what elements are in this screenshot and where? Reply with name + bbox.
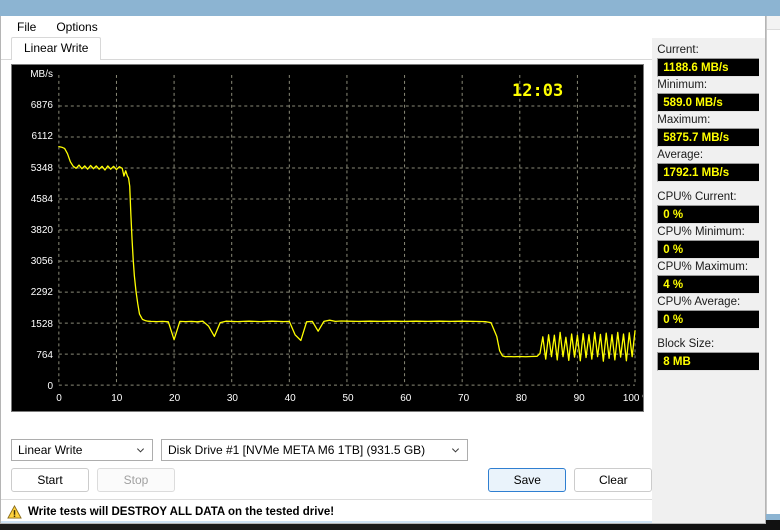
throughput-chart[interactable]: 12:03 MB/s 6876 6112 5348 4584 3820 3056 2292 15… [11, 64, 644, 412]
y-axis-tick: 3056 [30, 256, 53, 268]
stat-value-cpu-average: 0 % [663, 313, 684, 326]
stat-value-box-cpu-current: 0 % [657, 205, 762, 224]
x-axis-tick: 30 [226, 393, 238, 404]
test-type-select[interactable]: Linear Write [11, 439, 153, 461]
x-axis-tick: 20 [169, 393, 181, 404]
y-axis-tick: 2292 [30, 287, 53, 299]
stat-value-box-cpu-maximum: 4 % [657, 275, 762, 294]
y-axis-tick: 0 [47, 381, 53, 392]
stat-value-box-minimum: 589.0 MB/s [657, 93, 762, 112]
stat-current: Current: 1188.6 MB/s [657, 44, 765, 77]
stat-value-box-current: 1188.6 MB/s [657, 58, 762, 77]
benchmark-app-window: File Options Linear Write 12:03 MB/s 6876… [0, 16, 766, 524]
stat-label-cpu-current: CPU% Current: [657, 191, 737, 203]
x-axis-tick: 60 [400, 393, 412, 404]
stat-label-maximum: Maximum: [657, 114, 711, 126]
x-axis-tick: 40 [284, 393, 296, 404]
stat-block-size: Block Size: 8 MB [657, 338, 765, 371]
stat-label-cpu-average: CPU% Average: [657, 296, 741, 308]
x-axis-tick: 50 [342, 393, 354, 404]
stat-value-maximum: 5875.7 MB/s [663, 131, 730, 144]
y-axis-tick: 764 [36, 349, 53, 361]
stat-value-current: 1188.6 MB/s [663, 61, 729, 74]
x-axis-tick: 70 [458, 393, 470, 404]
stat-value-block-size: 8 MB [663, 355, 691, 368]
stat-value-cpu-minimum: 0 % [663, 243, 684, 256]
warning-triangle-icon [7, 504, 22, 519]
stat-value-box-block-size: 8 MB [657, 352, 762, 371]
stat-minimum: Minimum: 589.0 MB/s [657, 79, 765, 112]
y-axis-tick: 1528 [30, 318, 53, 330]
stat-cpu-maximum: CPU% Maximum: 4 % [657, 261, 765, 294]
menu-item-options[interactable]: Options [47, 17, 106, 37]
drive-select[interactable]: Disk Drive #1 [NVMe META M6 1TB] (931.5 … [161, 439, 468, 461]
elapsed-timer: 12:03 [512, 81, 564, 101]
tab-strip: Linear Write [1, 37, 653, 60]
x-axis-tick: 100 % [622, 393, 643, 404]
stat-average: Average: 1792.1 MB/s [657, 149, 765, 182]
drive-select-value: Disk Drive #1 [NVMe META M6 1TB] (931.5 … [168, 443, 426, 457]
action-button-row: Start Stop Save Clear [11, 468, 653, 492]
save-button[interactable]: Save [488, 468, 567, 492]
stat-label-average: Average: [657, 149, 704, 161]
stat-value-box-cpu-minimum: 0 % [657, 240, 762, 259]
stat-value-average: 1792.1 MB/s [663, 166, 730, 179]
stat-label-current: Current: [657, 44, 699, 56]
stat-value-box-average: 1792.1 MB/s [657, 163, 762, 182]
warning-bar: Write tests will DESTROY ALL DATA on the… [1, 499, 653, 523]
stat-value-minimum: 589.0 MB/s [663, 96, 723, 109]
stat-cpu-current: CPU% Current: 0 % [657, 191, 765, 224]
x-axis-tick: 10 [111, 393, 123, 404]
stat-label-block-size: Block Size: [657, 338, 715, 350]
x-axis-tick: 0 [56, 393, 62, 404]
x-axis-tick: 90 [573, 393, 585, 404]
stat-label-cpu-minimum: CPU% Minimum: [657, 226, 745, 238]
stat-cpu-minimum: CPU% Minimum: 0 % [657, 226, 765, 259]
chart-plot-area [58, 74, 636, 386]
background-window-right-edge[interactable] [766, 16, 780, 514]
stat-cpu-average: CPU% Average: 0 % [657, 296, 765, 329]
start-button[interactable]: Start [11, 468, 89, 492]
stat-value-cpu-maximum: 4 % [663, 278, 684, 291]
control-panel: Linear Write Disk Drive #1 [NVMe META M6… [1, 433, 653, 499]
y-axis-tick: 6112 [31, 131, 53, 143]
y-axis-tick: 6876 [30, 100, 53, 112]
selector-row: Linear Write Disk Drive #1 [NVMe META M6… [11, 439, 652, 461]
stat-label-cpu-maximum: CPU% Maximum: [657, 261, 749, 273]
clear-button[interactable]: Clear [574, 468, 653, 492]
x-axis-tick: 80 [515, 393, 527, 404]
panel-right-edge [759, 38, 765, 523]
stat-maximum: Maximum: 5875.7 MB/s [657, 114, 765, 147]
stat-value-cpu-current: 0 % [663, 208, 684, 221]
stop-button: Stop [97, 468, 175, 492]
main-content-column: Linear Write 12:03 MB/s 6876 6112 5348 4584 3… [1, 37, 653, 523]
menu-item-file[interactable]: File [8, 17, 45, 37]
chart-region: 12:03 MB/s 6876 6112 5348 4584 3820 3056 2292 15… [1, 60, 653, 433]
tab-linear-write[interactable]: Linear Write [11, 37, 102, 60]
stat-value-box-cpu-average: 0 % [657, 310, 762, 329]
y-axis-tick: 3820 [30, 225, 53, 236]
chevron-down-icon [451, 448, 460, 453]
y-axis-tick: 5348 [30, 162, 53, 174]
stat-label-minimum: Minimum: [657, 79, 708, 91]
test-type-value: Linear Write [18, 443, 83, 457]
y-axis-tick: 4584 [30, 193, 53, 205]
menu-bar: File Options [1, 16, 765, 38]
statistics-panel: Current: 1188.6 MB/s Minimum: 589.0 MB/s Max… [652, 38, 765, 523]
stat-value-box-maximum: 5875.7 MB/s [657, 128, 762, 147]
warning-message: Write tests will DESTROY ALL DATA on the… [28, 505, 335, 518]
app-body: Linear Write 12:03 MB/s 6876 6112 5348 4584 3… [1, 37, 765, 523]
background-window-titlebar [767, 16, 780, 30]
y-axis-title: MB/s [30, 69, 53, 80]
chevron-down-icon [136, 448, 145, 453]
